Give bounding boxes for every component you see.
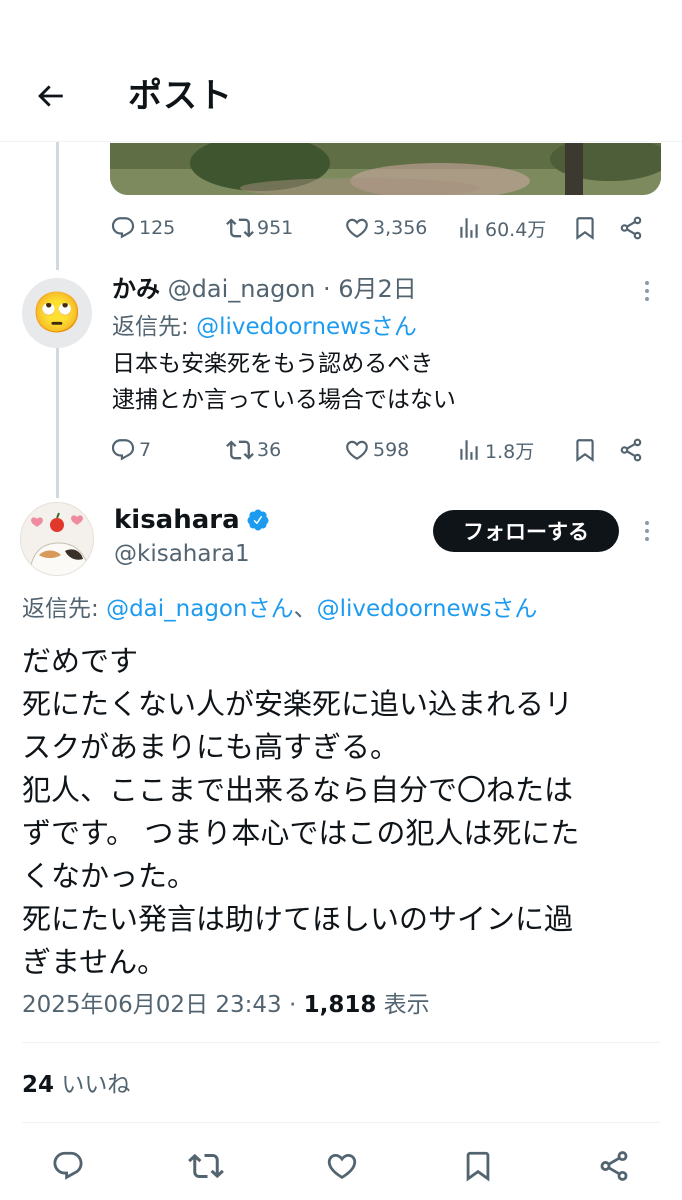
reply-button[interactable] bbox=[48, 1146, 88, 1186]
text-line: スクがあまりにも高すぎる。 bbox=[22, 730, 400, 764]
likes-count: 24 bbox=[22, 1072, 55, 1098]
repost-count: 951 bbox=[257, 217, 294, 239]
mention-link[interactable]: @dai_nagonさん bbox=[106, 596, 294, 622]
user-handle[interactable]: @dai_nagon bbox=[168, 275, 316, 303]
share-button[interactable] bbox=[618, 208, 644, 248]
divider bbox=[22, 1042, 660, 1043]
views-count: 60.4万 bbox=[485, 218, 547, 241]
thread-line bbox=[56, 348, 59, 498]
views-count: 1.8万 bbox=[485, 440, 535, 463]
back-arrow-icon[interactable] bbox=[26, 72, 74, 120]
reply-icon bbox=[111, 439, 135, 461]
heart-icon bbox=[346, 218, 368, 238]
repost-icon bbox=[188, 1153, 224, 1179]
likes-label: いいね bbox=[54, 1072, 131, 1098]
heart-icon bbox=[327, 1153, 357, 1179]
display-name[interactable]: kisahara bbox=[114, 502, 240, 538]
share-icon bbox=[600, 1151, 628, 1181]
divider bbox=[22, 1122, 660, 1123]
text-line: 逮捕とか言っている場合ではない bbox=[112, 387, 456, 413]
more-options-icon[interactable] bbox=[632, 276, 662, 306]
mention-separator: 、 bbox=[293, 596, 317, 622]
bookmark-button[interactable] bbox=[458, 1146, 498, 1186]
reply-author-line: かみ @dai_nagon · 6月2日 bbox=[112, 270, 417, 308]
share-button[interactable] bbox=[594, 1146, 634, 1186]
avatar[interactable] bbox=[20, 502, 94, 576]
share-icon bbox=[620, 216, 642, 240]
user-handle[interactable]: @kisahara1 bbox=[114, 538, 250, 570]
bookmark-icon bbox=[466, 1151, 490, 1182]
repost-button[interactable]: 36 bbox=[226, 430, 281, 470]
reply-button[interactable]: 125 bbox=[110, 208, 175, 248]
text-line: ぎません。 bbox=[22, 945, 167, 979]
views-button[interactable]: 60.4万 bbox=[456, 208, 546, 248]
like-count: 598 bbox=[373, 439, 410, 461]
bookmark-icon bbox=[576, 217, 594, 240]
bookmark-button[interactable] bbox=[572, 430, 598, 470]
reply-actions: 7 36 598 1.8万 bbox=[110, 430, 655, 470]
text-line: 死にたくない人が安楽死に追い込まれるリ bbox=[22, 687, 574, 721]
like-button[interactable]: 598 bbox=[344, 430, 409, 470]
reply-count: 125 bbox=[139, 217, 176, 239]
heart-icon bbox=[346, 440, 368, 460]
replying-to-label: 返信先: bbox=[22, 596, 107, 622]
author-name-row: kisahara bbox=[114, 502, 270, 538]
text-line: 日本も安楽死をもう認めるべき bbox=[112, 351, 434, 377]
repost-count: 36 bbox=[257, 439, 282, 461]
like-count: 3,356 bbox=[373, 217, 428, 239]
reply-count: 7 bbox=[139, 439, 152, 461]
views-count: 1,818 bbox=[303, 992, 377, 1018]
share-icon bbox=[620, 438, 642, 462]
display-name[interactable]: かみ bbox=[112, 275, 160, 303]
share-button[interactable] bbox=[618, 430, 644, 470]
text-line: ずです。 つまり本心ではこの犯人は死にた bbox=[22, 816, 580, 850]
repost-icon bbox=[226, 440, 254, 460]
mention-link[interactable]: @livedoornewsさん bbox=[317, 596, 538, 622]
post-actions: 125 951 3,356 60.4万 bbox=[110, 208, 655, 248]
reply-text: 日本も安楽死をもう認めるべき 逮捕とか言っている場合ではない bbox=[112, 346, 456, 418]
follow-button[interactable]: フォローする bbox=[433, 510, 619, 552]
top-bar: ポスト bbox=[0, 0, 682, 142]
reply-icon bbox=[53, 1151, 83, 1180]
text-line: だめです bbox=[22, 644, 139, 678]
post-image[interactable] bbox=[110, 143, 661, 195]
text-line: くなかった。 bbox=[22, 859, 197, 893]
cat-avatar-icon bbox=[21, 503, 93, 575]
replying-to-label: 返信先: bbox=[112, 314, 197, 340]
repost-icon bbox=[226, 218, 254, 238]
repost-button[interactable]: 951 bbox=[226, 208, 293, 248]
like-button[interactable]: 3,356 bbox=[344, 208, 427, 248]
reply-icon bbox=[111, 217, 135, 239]
post-timestamp: 2025年06月02日 23:43 · 1,818 表示 bbox=[22, 986, 430, 1024]
text-line: 犯人、ここまで出来るなら自分で〇ねたは bbox=[22, 773, 574, 807]
thread-line bbox=[56, 142, 59, 270]
more-options-icon[interactable] bbox=[632, 516, 662, 546]
rolling-eyes-emoji: 🙄 bbox=[32, 290, 82, 336]
views-icon bbox=[460, 440, 478, 460]
post-date[interactable]: · 6月2日 bbox=[323, 275, 417, 303]
page-title: ポスト bbox=[128, 76, 233, 116]
views-button[interactable]: 1.8万 bbox=[456, 430, 534, 470]
likes-summary[interactable]: 24 いいね bbox=[22, 1066, 130, 1104]
text-line: 死にたい発言は助けてほしいのサインに過 bbox=[22, 902, 574, 936]
replying-to: 返信先: @dai_nagonさん、@livedoornewsさん bbox=[22, 590, 537, 628]
bookmark-icon bbox=[576, 439, 594, 462]
bookmark-button[interactable] bbox=[572, 208, 598, 248]
replying-to: 返信先: @livedoornewsさん bbox=[112, 308, 417, 346]
like-button[interactable] bbox=[322, 1146, 362, 1186]
verified-badge-icon bbox=[247, 509, 269, 531]
repost-button[interactable] bbox=[186, 1146, 226, 1186]
mention-link[interactable]: @livedoornewsさん bbox=[196, 314, 417, 340]
main-post-actions bbox=[0, 1140, 682, 1192]
post-date-time[interactable]: 2025年06月02日 23:43 · bbox=[22, 992, 304, 1018]
post-text: だめです 死にたくない人が安楽死に追い込まれるリ スクがあまりにも高すぎる。 犯… bbox=[22, 640, 652, 984]
avatar[interactable]: 🙄 bbox=[22, 278, 92, 348]
reply-button[interactable]: 7 bbox=[110, 430, 151, 470]
views-icon bbox=[460, 218, 478, 238]
views-label: 表示 bbox=[376, 992, 430, 1018]
